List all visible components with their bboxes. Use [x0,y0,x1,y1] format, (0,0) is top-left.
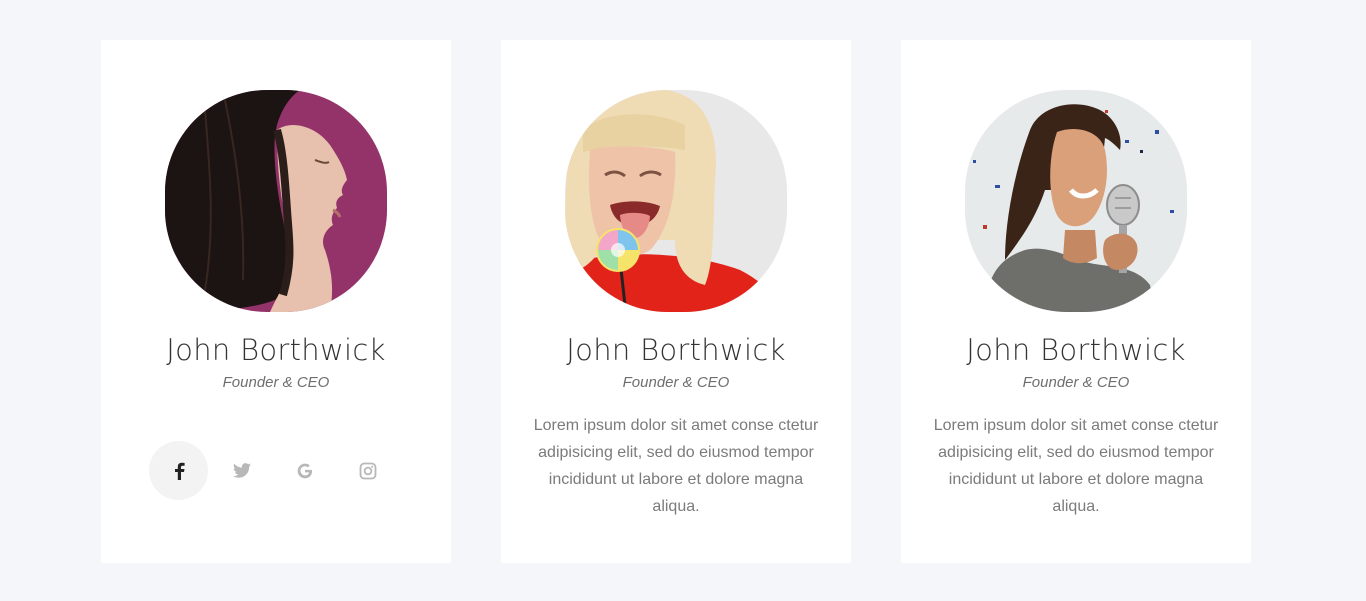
avatar-photo [965,90,1187,312]
member-role: Founder & CEO [622,374,730,391]
twitter-link[interactable] [212,441,271,500]
instagram-link[interactable] [338,441,397,500]
member-bio: Lorem ipsum dolor sit amet conse ctetur … [933,417,1219,515]
member-role: Founder & CEO [1022,374,1130,391]
team-card: John Borthwick Founder & CEO Lorem ipsum… [901,40,1251,563]
facebook-link[interactable] [149,441,208,500]
man-microphone-portrait [965,90,1187,312]
member-name: John Borthwick [966,333,1186,367]
member-name: John Borthwick [566,333,786,367]
member-role: Founder & CEO [222,374,330,391]
member-bio: Lorem ipsum dolor sit amet conse ctetur … [533,417,819,515]
team-card: John Borthwick Founder & CEO [101,40,451,563]
woman-lollipop-portrait [565,90,787,312]
avatar-photo [565,90,787,312]
team-card: John Borthwick Founder & CEO Lorem ipsum… [501,40,851,563]
avatar-photo [165,90,387,312]
facebook-icon [174,462,185,480]
member-name: John Borthwick [166,333,386,367]
social-links [149,441,409,500]
instagram-icon [359,462,376,479]
google-link[interactable] [275,441,334,500]
twitter-icon [232,463,251,478]
google-icon [297,463,312,478]
woman-profile-portrait [165,90,387,312]
